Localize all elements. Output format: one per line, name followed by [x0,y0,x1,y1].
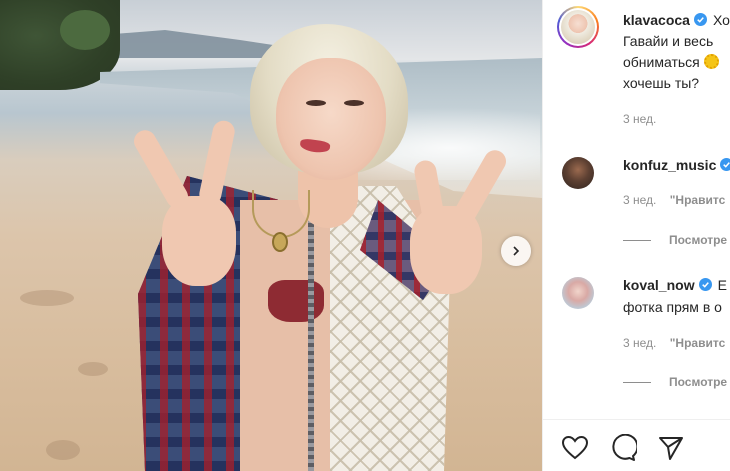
comment-like-count[interactable]: "Нравитс [670,336,726,350]
caption-line-2-text: обниматься [623,54,700,70]
replies-divider [623,240,651,242]
comment-username[interactable]: koval_now [623,277,695,293]
bag-strap [308,200,314,471]
sun-emoji-icon [703,54,719,69]
post-photo[interactable] [0,0,542,471]
caption-time[interactable]: 3 нед. [623,112,656,126]
footprint [20,290,74,306]
comment-time[interactable]: 3 нед. [623,336,656,350]
like-button[interactable] [561,434,589,462]
profile-avatar-icon [561,10,595,44]
caption-author[interactable]: klavacoca Хо [623,12,730,28]
carousel-next-button[interactable] [501,236,531,266]
comment-author[interactable]: koval_now Е [623,277,727,293]
replies-divider [623,382,651,384]
post-action-bar [543,419,730,471]
verified-badge-icon [698,278,712,291]
comment-icon [612,433,639,461]
comment-button[interactable] [609,433,639,462]
necklace-pendant [272,232,288,252]
paper-plane-icon [659,437,683,460]
comment-like-count[interactable]: "Нравитс [670,193,726,207]
caption-line-3: хочешь ты? [623,75,700,91]
verified-badge-icon [693,13,707,26]
left-hand [162,196,236,286]
footprint [78,362,108,376]
commenter-avatar[interactable] [562,157,594,189]
caption-line-0: Хо [712,12,730,28]
comment-text-line-0: Е [717,277,727,293]
footprint [46,440,80,460]
view-replies-button[interactable]: Посмотре [623,233,727,247]
person-top [268,280,324,322]
view-replies-label: Посмотре [669,233,728,247]
chevron-right-icon [513,246,520,256]
caption-line-1: Гавайи и весь [623,33,714,49]
comment-meta: 3 нед. "Нравитс [623,336,725,350]
view-replies-label: Посмотре [669,375,728,389]
person-eye [344,100,364,106]
person-eye [306,100,326,106]
comments-panel: klavacoca Хо Гавайи и весь обниматься хоч… [542,0,730,471]
view-replies-button[interactable]: Посмотре [623,375,727,389]
comment-username[interactable]: konfuz_music [623,157,716,173]
comment-meta: 3 нед. "Нравитс [623,193,725,207]
verified-badge-icon [720,158,730,171]
left-finger [129,126,193,212]
author-avatar[interactable] [557,6,599,48]
heart-icon [561,435,589,460]
commenter-avatar[interactable] [562,277,594,309]
person-face [276,58,386,180]
comment-time[interactable]: 3 нед. [623,193,656,207]
author-username[interactable]: klavacoca [623,12,690,28]
share-button[interactable] [657,434,685,462]
caption-line-2: обниматься [623,53,719,72]
comment-author[interactable]: konfuz_music [623,157,730,173]
comment-text-line-1: фотка прям в о [623,299,722,315]
